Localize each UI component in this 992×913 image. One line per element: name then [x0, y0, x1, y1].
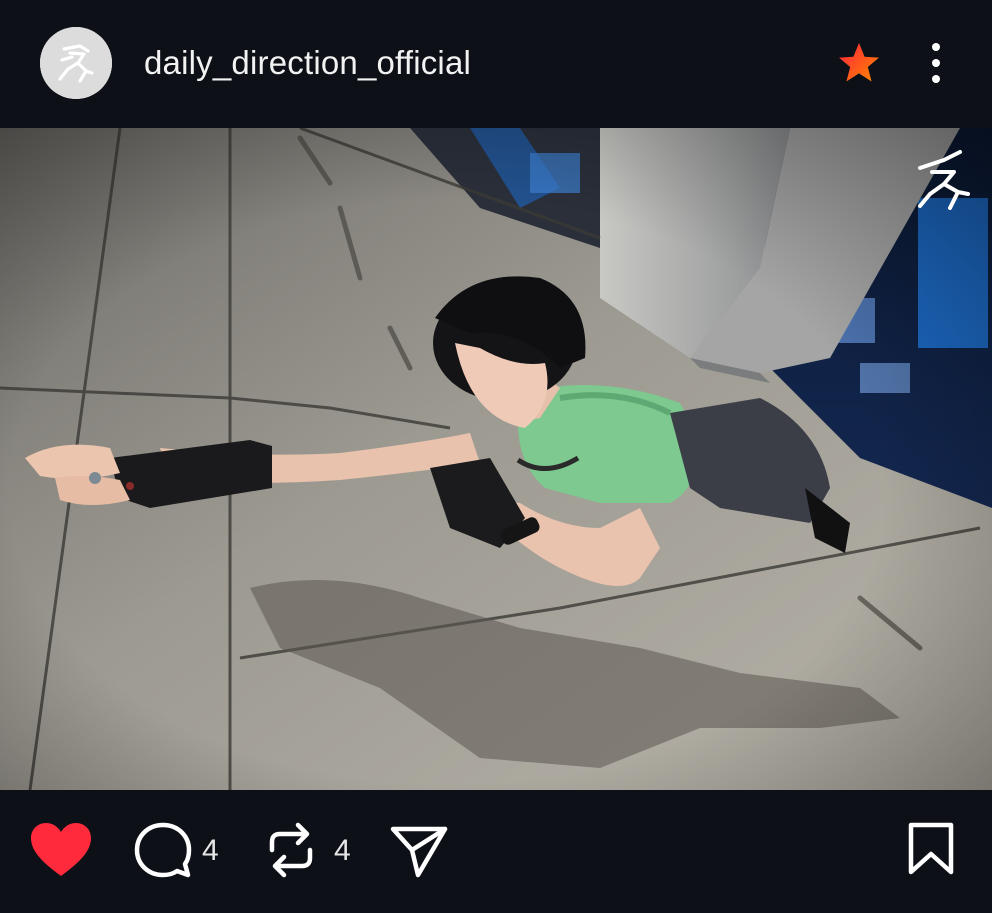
bookmark-icon	[908, 822, 954, 875]
bookmark-button[interactable]	[904, 820, 958, 880]
post-header: daily_direction_official	[0, 0, 992, 128]
watermark	[914, 148, 974, 212]
heart-icon	[31, 823, 91, 876]
more-vertical-icon	[932, 43, 940, 83]
post-card: daily_direction_official 4 4	[0, 0, 992, 913]
username[interactable]: daily_direction_official	[144, 44, 471, 82]
action-bar: 4 4	[0, 790, 992, 913]
repost-icon	[269, 822, 313, 878]
comment-count: 4	[202, 834, 219, 867]
share-button[interactable]	[388, 820, 450, 880]
photo-illustration	[0, 128, 992, 790]
like-button[interactable]	[28, 820, 94, 880]
post-photo[interactable]	[0, 128, 992, 790]
more-options-button[interactable]	[922, 40, 950, 86]
favorite-button[interactable]	[836, 40, 882, 86]
runner-logo-icon	[918, 150, 970, 210]
comment-button[interactable]	[132, 820, 194, 880]
comment-icon	[134, 822, 192, 878]
send-icon	[390, 826, 448, 878]
star-icon	[839, 43, 879, 82]
runner-logo-icon	[40, 27, 112, 99]
repost-count: 4	[334, 834, 351, 867]
repost-button[interactable]	[264, 820, 318, 880]
avatar[interactable]	[40, 27, 112, 99]
